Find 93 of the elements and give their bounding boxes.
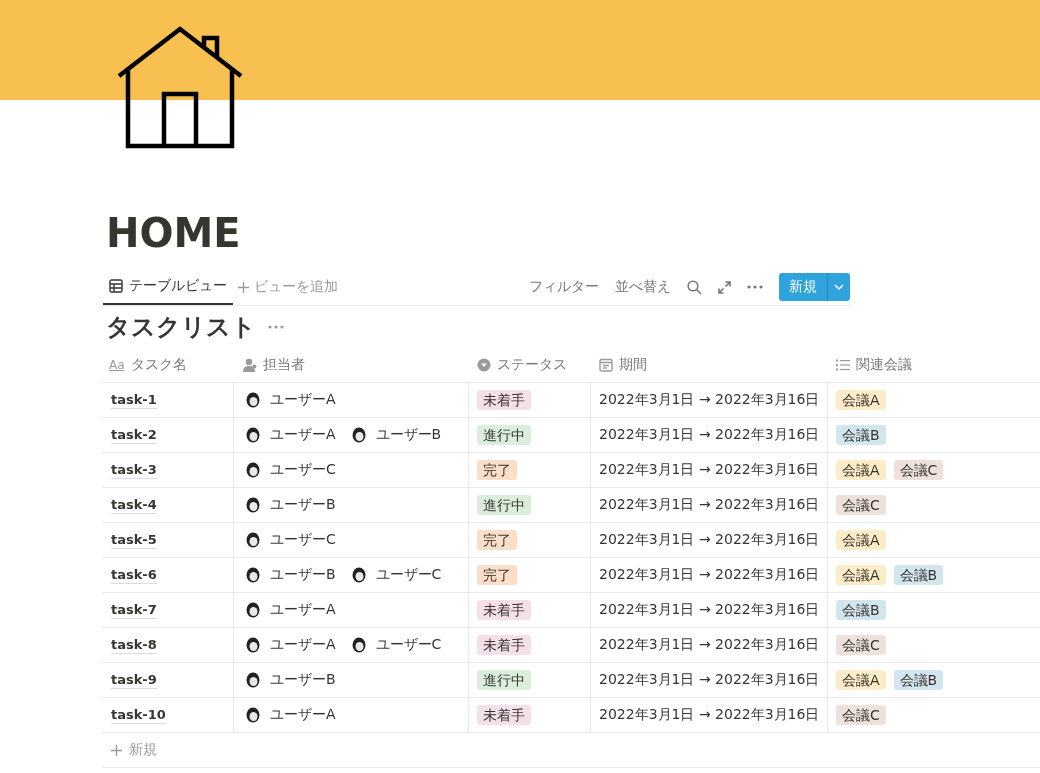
text-type-icon: Aa [109,358,125,372]
meeting-tag[interactable]: 会議A [836,530,886,550]
assignee-name: ユーザーB [270,496,336,514]
expand-icon[interactable] [718,280,731,294]
assignee-name: ユーザーA [270,391,336,409]
plus-icon [110,743,123,757]
assignee-name: ユーザーB [270,566,336,584]
meeting-tag[interactable]: 会議C [836,705,886,725]
database-title: タスクリスト [106,312,256,343]
status-tag: 未着手 [477,635,531,655]
avatar-icon [246,602,260,618]
avatar-icon [246,532,260,548]
avatar-icon [246,637,260,653]
meeting-tag[interactable]: 会議C [836,495,886,515]
task-name-link[interactable]: task-9 [111,671,157,689]
task-name-link[interactable]: task-7 [111,601,157,619]
task-name-link[interactable]: task-1 [111,391,157,409]
status-tag: 未着手 [477,705,531,725]
task-name-link[interactable]: task-10 [111,706,166,724]
assignee-name: ユーザーA [270,601,336,619]
date-range: 2022年3月1日 → 2022年3月16日 [599,531,820,549]
meeting-tag[interactable]: 会議A [836,460,886,480]
status-tag: 進行中 [477,670,531,690]
date-range: 2022年3月1日 → 2022年3月16日 [599,566,820,584]
column-header[interactable]: ステータス [497,356,567,374]
avatar-icon [246,427,260,443]
assignee-name: ユーザーB [270,671,336,689]
date-range: 2022年3月1日 → 2022年3月16日 [599,636,820,654]
table-icon [109,279,123,293]
avatar-icon [246,462,260,478]
status-tag: 完了 [477,565,517,585]
filter-button[interactable]: フィルター [529,278,599,296]
meeting-tag[interactable]: 会議C [893,460,944,480]
status-tag: 進行中 [477,425,531,445]
caret-icon [834,284,844,290]
house-icon [116,26,244,150]
task-name-link[interactable]: task-5 [111,531,157,549]
task-name-link[interactable]: task-8 [111,636,157,654]
date-range: 2022年3月1日 → 2022年3月16日 [599,391,820,409]
status-tag: 進行中 [477,495,531,515]
task-name-link[interactable]: task-4 [111,496,157,514]
assignee-name: ユーザーA [270,636,336,654]
avatar-icon [246,707,260,723]
column-header[interactable]: 担当者 [263,356,305,374]
assignee-name: ユーザーA [270,706,336,724]
assignee-name: ユーザーA [270,426,336,444]
task-name-link[interactable]: task-2 [111,426,157,444]
avatar-icon [351,427,366,443]
meeting-tag[interactable]: 会議B [836,600,886,620]
date-range: 2022年3月1日 → 2022年3月16日 [599,461,820,479]
avatar-icon [246,392,260,408]
status-tag: 完了 [477,530,517,550]
assignee-name: ユーザーC [270,461,336,479]
meeting-tag[interactable]: 会議A [836,565,886,585]
person-icon [242,358,257,372]
list-icon [836,359,850,371]
meeting-tag[interactable]: 会議B [836,425,886,445]
status-tag: 完了 [477,460,517,480]
date-range: 2022年3月1日 → 2022年3月16日 [599,426,820,444]
avatar-icon [246,497,260,513]
avatar-icon [351,637,366,653]
avatar-icon [246,672,260,688]
avatar-icon [246,567,260,583]
task-name-link[interactable]: task-6 [111,566,157,584]
assignee-name: ユーザーC [375,566,442,584]
calendar-icon [599,358,613,372]
assignee-name: ユーザーB [375,426,442,444]
view-tab[interactable]: テーブルビュー [103,269,233,305]
meeting-tag[interactable]: 会議B [893,565,944,585]
date-range: 2022年3月1日 → 2022年3月16日 [599,496,820,514]
meeting-tag[interactable]: 会議A [836,670,886,690]
plus-icon [237,280,250,294]
more-icon[interactable] [747,285,763,289]
date-range: 2022年3月1日 → 2022年3月16日 [599,601,820,619]
page-title: HOME [106,209,241,257]
status-tag: 未着手 [477,600,531,620]
assignee-name: ユーザーC [375,636,442,654]
avatar-icon [351,567,366,583]
meeting-tag[interactable]: 会議C [836,635,886,655]
status-tag: 未着手 [477,390,531,410]
assignee-name: ユーザーC [270,531,336,549]
date-range: 2022年3月1日 → 2022年3月16日 [599,706,820,724]
column-header[interactable]: 期間 [619,356,647,374]
meeting-tag[interactable]: 会議A [836,390,886,410]
date-range: 2022年3月1日 → 2022年3月16日 [599,671,820,689]
meeting-tag[interactable]: 会議B [893,670,944,690]
search-icon[interactable] [687,279,702,295]
select-type-icon [477,358,491,372]
column-header[interactable]: 関連会議 [856,356,912,374]
column-header[interactable]: タスク名 [130,356,187,374]
task-name-link[interactable]: task-3 [111,461,157,479]
more-icon[interactable] [268,325,284,329]
sort-button[interactable]: 並べ替え [615,278,671,296]
